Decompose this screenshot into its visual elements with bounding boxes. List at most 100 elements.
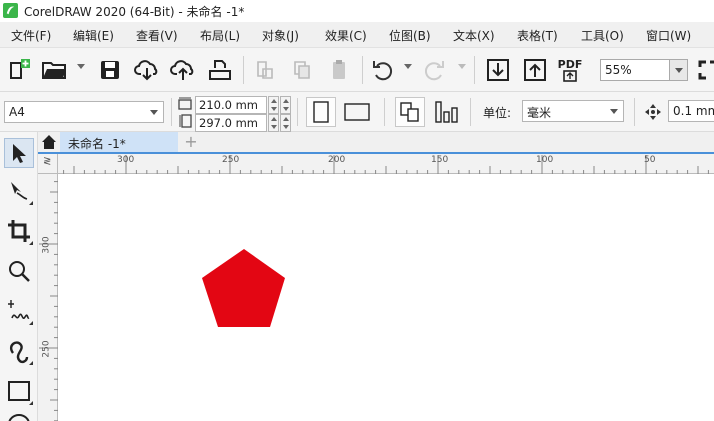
menu-object[interactable]: 对象(J) (262, 27, 299, 44)
coreldraw-logo-icon (3, 3, 18, 18)
canvas-drawing (202, 249, 285, 327)
window-title: CorelDRAW 2020 (64-Bit) - 未命名 -1* (24, 5, 245, 19)
portrait-page-icon (313, 101, 329, 123)
drawing-canvas[interactable] (58, 174, 714, 421)
rectangle-tool-icon[interactable] (4, 376, 34, 406)
page-size-value: A4 (9, 105, 25, 119)
page-width-icon (178, 97, 192, 110)
page-height-stepper-secondary[interactable] (280, 114, 291, 132)
toolbar-separator (297, 98, 298, 126)
add-tab-button[interactable]: + (180, 132, 202, 152)
menu-effects[interactable]: 效果(C) (325, 27, 367, 44)
page-width-stepper[interactable] (268, 96, 279, 114)
redo-icon[interactable] (420, 56, 448, 84)
shape-tool-icon[interactable] (4, 176, 34, 206)
page-height-stepper[interactable] (268, 114, 279, 132)
toolbar-separator (634, 98, 635, 126)
toolbar-separator (171, 98, 172, 126)
undo-dropdown-caret[interactable] (404, 64, 412, 69)
redo-dropdown-caret[interactable] (458, 64, 466, 69)
pentagon-shape[interactable] (202, 249, 285, 327)
page-width-field[interactable]: 210.0 mm (195, 96, 267, 114)
document-tab-bar: 未命名 -1* + (38, 132, 714, 154)
zoom-dropdown-button[interactable] (670, 59, 688, 81)
current-page-button[interactable] (432, 97, 462, 127)
toolbar-separator (243, 56, 244, 84)
menu-layout[interactable]: 布局(L) (200, 27, 240, 44)
ruler-label: 300 (117, 155, 135, 165)
units-select[interactable]: 毫米 (522, 100, 624, 122)
ruler-label: 300 (41, 236, 52, 254)
units-label: 单位: (483, 106, 512, 120)
units-value: 毫米 (527, 106, 552, 120)
landscape-page-icon (344, 103, 370, 121)
portrait-orientation-button[interactable] (306, 97, 336, 127)
toolbar-separator (474, 56, 475, 84)
print-icon[interactable] (206, 56, 234, 84)
new-document-icon[interactable] (5, 56, 33, 84)
ruler-label: 150 (431, 155, 449, 165)
save-icon[interactable] (96, 56, 124, 84)
page-height-icon (179, 114, 192, 128)
ellipse-tool-icon[interactable] (4, 412, 34, 421)
crop-tool-icon[interactable] (4, 216, 34, 246)
vertical-ruler-ticks (39, 181, 58, 421)
ruler-label: 50 (644, 155, 656, 165)
export-icon[interactable] (521, 56, 549, 84)
cloud-download-icon[interactable] (133, 56, 161, 84)
zoom-tool-icon[interactable] (4, 256, 34, 286)
pick-tool-icon[interactable] (4, 138, 34, 168)
vertical-ruler[interactable]: 300 250 (38, 174, 58, 421)
nudge-distance-field[interactable]: 0.1 mm (668, 100, 714, 122)
menu-text[interactable]: 文本(X) (453, 27, 495, 44)
horizontal-ruler-ticks (63, 155, 709, 174)
standard-toolbar: PDF 55% (0, 48, 714, 92)
ruler-label: 100 (536, 155, 554, 165)
ruler-label: 250 (222, 155, 240, 165)
toolbar-separator (384, 98, 385, 126)
freehand-tool-icon[interactable] (4, 296, 34, 326)
page-size-select[interactable]: A4 (4, 101, 164, 123)
zoom-level-input[interactable]: 55% (600, 59, 670, 81)
open-dropdown-caret[interactable] (77, 64, 85, 69)
home-tab[interactable] (38, 132, 60, 152)
menu-table[interactable]: 表格(T) (517, 27, 558, 44)
nudge-distance-icon (645, 104, 661, 120)
page-height-field[interactable]: 297.0 mm (195, 114, 267, 132)
undo-icon[interactable] (369, 56, 397, 84)
menu-tools[interactable]: 工具(O) (581, 27, 624, 44)
page-width-stepper-secondary[interactable] (280, 96, 291, 114)
open-folder-icon[interactable] (40, 56, 68, 84)
menu-bar: 文件(F) 编辑(E) 查看(V) 布局(L) 对象(J) 效果(C) 位图(B… (0, 22, 714, 48)
horizontal-ruler[interactable]: 300 250 200 150 100 50 (58, 154, 714, 174)
menu-edit[interactable]: 编辑(E) (73, 27, 114, 44)
landscape-orientation-button[interactable] (342, 97, 372, 127)
document-tab[interactable]: 未命名 -1* (60, 132, 178, 152)
all-pages-button[interactable] (395, 97, 425, 127)
cut-icon[interactable] (251, 56, 279, 84)
ruler-label: 250 (41, 340, 52, 358)
current-page-icon (435, 101, 458, 123)
menu-bitmaps[interactable]: 位图(B) (389, 27, 431, 44)
paste-icon[interactable] (325, 56, 353, 84)
cloud-upload-icon[interactable] (169, 56, 197, 84)
ruler-corner-mark: ≷ (43, 156, 52, 167)
toolbar-separator (470, 98, 471, 126)
full-screen-icon[interactable] (694, 56, 714, 84)
title-bar: CorelDRAW 2020 (64-Bit) - 未命名 -1* (0, 0, 714, 22)
copy-icon[interactable] (288, 56, 316, 84)
toolbox (0, 132, 38, 421)
all-pages-icon (400, 102, 419, 122)
menu-view[interactable]: 查看(V) (136, 27, 178, 44)
artistic-media-tool-icon[interactable] (4, 336, 34, 366)
menu-window[interactable]: 窗口(W) (646, 27, 691, 44)
toolbar-separator (362, 56, 363, 84)
export-pdf-icon[interactable]: PDF (556, 56, 584, 84)
ruler-corner[interactable]: ≷ (38, 154, 58, 174)
property-bar: A4 210.0 mm 297.0 mm 单位: 毫米 0.1 mm (0, 92, 714, 132)
menu-file[interactable]: 文件(F) (11, 27, 51, 44)
home-icon (42, 135, 56, 149)
ruler-label: 200 (328, 155, 346, 165)
import-icon[interactable] (484, 56, 512, 84)
pdf-label: PDF (557, 57, 583, 71)
